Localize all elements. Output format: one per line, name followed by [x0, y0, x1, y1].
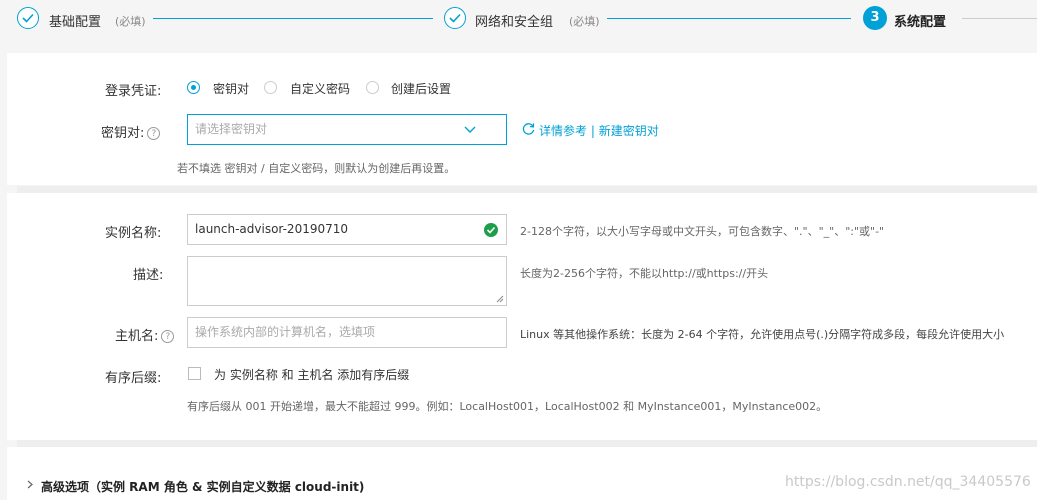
- step-connector-1: [153, 18, 433, 19]
- keypair-select[interactable]: 请选择密钥对: [187, 114, 507, 145]
- description-label: 描述:: [133, 268, 164, 283]
- keypair-hint: 若不填选 密钥对 / 自定义密码，则默认为创建后再设置。: [177, 162, 456, 175]
- step-2-label[interactable]: 网络和安全组: [475, 11, 553, 30]
- section-divider-2: [17, 440, 1037, 447]
- keypair-help-icon[interactable]: ?: [147, 127, 161, 140]
- step-connector-3: [962, 18, 1037, 19]
- keypair-label: 密钥对:?: [101, 122, 161, 141]
- step-1-required: (必填): [115, 15, 146, 28]
- step-3-number: 3: [863, 6, 887, 30]
- radio-set-after-create[interactable]: [366, 81, 379, 94]
- chevron-down-icon: [464, 126, 476, 133]
- section-divider-1: [17, 186, 1037, 193]
- radio-set-after-create-label[interactable]: 创建后设置: [391, 80, 451, 97]
- instance-name-input[interactable]: launch-advisor-20190710: [187, 214, 507, 245]
- valid-check-icon: [484, 223, 498, 237]
- link-separator: |: [590, 124, 595, 138]
- radio-keypair-label[interactable]: 密钥对: [213, 80, 249, 97]
- step-2-check-icon: [444, 7, 466, 29]
- hostname-placeholder: 操作系统内部的计算机名，选填项: [195, 325, 376, 339]
- keypair-label-text: 密钥对:: [101, 126, 145, 141]
- instance-name-label: 实例名称:: [105, 226, 162, 241]
- radio-custom-password[interactable]: [264, 81, 277, 94]
- hostname-label-text: 主机名:: [115, 329, 159, 344]
- keypair-links: 详情参考 | 新建密钥对: [539, 122, 659, 139]
- suffix-hint: 有序后缀从 001 开始递增，最大不能超过 999。例如：LocalHost00…: [187, 400, 828, 413]
- suffix-label: 有序后缀:: [105, 371, 162, 386]
- detail-reference-link[interactable]: 详情参考: [539, 124, 587, 138]
- suffix-checkbox[interactable]: [188, 367, 201, 380]
- step-3-label[interactable]: 系统配置: [894, 11, 946, 30]
- step-1-label[interactable]: 基础配置: [49, 11, 101, 30]
- radio-custom-password-label[interactable]: 自定义密码: [290, 80, 350, 97]
- resize-handle-icon[interactable]: [496, 295, 504, 303]
- chevron-right-icon[interactable]: [27, 480, 33, 489]
- radio-keypair[interactable]: [187, 81, 200, 94]
- advanced-options-toggle[interactable]: 高级选项（实例 RAM 角色 & 实例自定义数据 cloud-init): [41, 478, 364, 495]
- instance-name-value: launch-advisor-20190710: [195, 222, 349, 236]
- description-hint: 长度为2-256个字符，不能以http://或https://开头: [520, 267, 769, 280]
- step-1-check-icon: [17, 7, 39, 29]
- new-keypair-link[interactable]: 新建密钥对: [599, 124, 659, 138]
- watermark-text: https://blog.csdn.net/qq_34405576: [785, 474, 1031, 490]
- refresh-icon[interactable]: [522, 122, 535, 135]
- hostname-help-icon[interactable]: ?: [161, 330, 175, 343]
- credential-label: 登录凭证:: [105, 84, 162, 99]
- step-2-required: (必填): [569, 15, 600, 28]
- login-credential-panel: [7, 53, 1037, 185]
- suffix-option-label[interactable]: 为 实例名称 和 主机名 添加有序后缀: [214, 366, 409, 383]
- instance-name-hint: 2-128个字符，以大小写字母或中文开头，可包含数字、"."、"_"、":"或"…: [520, 225, 885, 238]
- description-textarea[interactable]: [187, 256, 507, 306]
- hostname-input[interactable]: 操作系统内部的计算机名，选填项: [187, 317, 507, 348]
- hostname-label: 主机名:?: [115, 325, 175, 344]
- step-connector-2: [607, 18, 851, 19]
- keypair-select-placeholder: 请选择密钥对: [195, 122, 268, 136]
- hostname-hint: Linux 等其他操作系统：长度为 2-64 个字符，允许使用点号(.)分隔字符…: [520, 328, 1005, 341]
